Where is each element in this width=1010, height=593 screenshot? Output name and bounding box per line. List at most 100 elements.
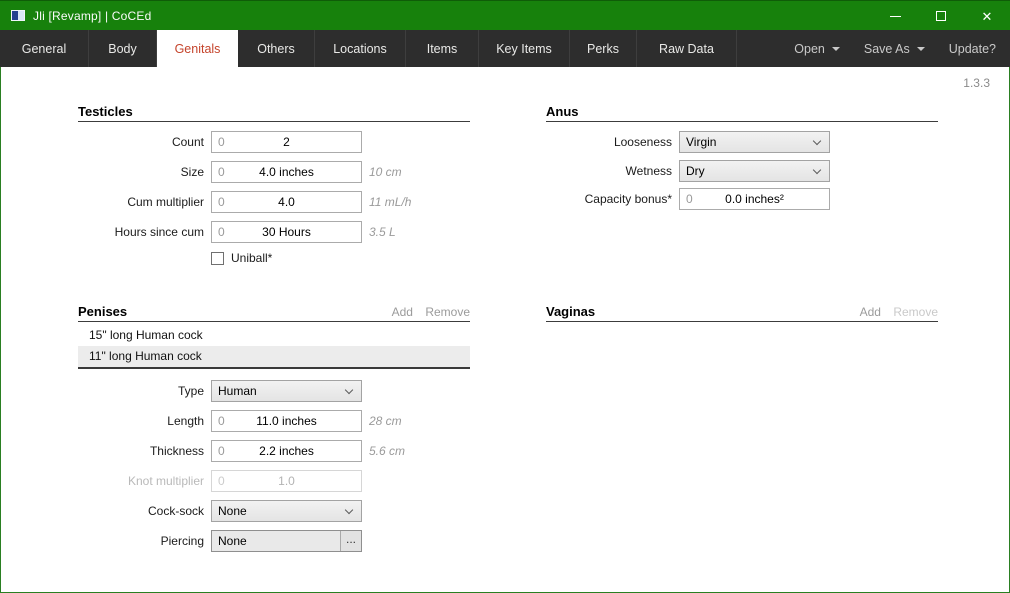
uniball-checkbox[interactable] (211, 252, 224, 265)
cum-multiplier-value: 4.0 (212, 192, 361, 212)
title-bar: Jli [Revamp] | CoCEd ✕ (0, 0, 1010, 30)
anus-header: Anus (546, 104, 938, 122)
thickness-value: 2.2 inches (212, 441, 361, 461)
tab-key-items[interactable]: Key Items (479, 30, 570, 67)
length-label: Length (78, 410, 204, 432)
wetness-dropdown[interactable]: Dry (679, 160, 830, 182)
window-controls: ✕ (872, 1, 1010, 31)
looseness-dropdown[interactable]: Virgin (679, 131, 830, 153)
anus-section: Anus Looseness Virgin Wetness Dry Capaci… (546, 104, 938, 122)
wetness-value: Dry (680, 161, 829, 181)
penises-add-button[interactable]: Add (392, 305, 413, 319)
size-label: Size (78, 161, 204, 183)
hours-since-cum-row: Hours since cum 0 30 Hours 3.5 L (78, 221, 470, 243)
window-title: Jli [Revamp] | CoCEd (33, 9, 152, 23)
cum-multiplier-min: 0 (218, 192, 225, 212)
piercing-browse-button[interactable]: ... (340, 531, 361, 551)
content-area: 1.3.3 Testicles Count 0 2 Size 0 4.0 inc… (0, 67, 1010, 593)
hours-since-cum-input[interactable]: 0 30 Hours (211, 221, 362, 243)
tab-general[interactable]: General (0, 30, 89, 67)
knot-multiplier-input-disabled: 0 1.0 (211, 470, 362, 492)
tab-genitals[interactable]: Genitals (157, 30, 238, 67)
length-input[interactable]: 0 11.0 inches (211, 410, 362, 432)
knot-multiplier-row: Knot multiplier 0 1.0 (78, 470, 470, 492)
tab-body[interactable]: Body (89, 30, 157, 67)
type-value: Human (212, 381, 361, 401)
penises-header: Penises Add Remove (78, 304, 470, 322)
penis-list-item-selected[interactable]: 11" long Human cock (78, 346, 470, 367)
thickness-label: Thickness (78, 440, 204, 462)
vaginas-title: Vaginas (546, 304, 595, 319)
wetness-label: Wetness (546, 160, 672, 182)
tab-locations[interactable]: Locations (315, 30, 406, 67)
minimize-icon (890, 16, 901, 17)
cock-sock-label: Cock-sock (78, 500, 204, 522)
looseness-row: Looseness Virgin (546, 131, 938, 153)
close-button[interactable]: ✕ (964, 1, 1010, 31)
penises-remove-button[interactable]: Remove (425, 305, 470, 319)
cum-multiplier-input[interactable]: 0 4.0 (211, 191, 362, 213)
tab-perks[interactable]: Perks (570, 30, 637, 67)
hours-since-cum-min: 0 (218, 222, 225, 242)
length-row: Length 0 11.0 inches 28 cm (78, 410, 470, 432)
hours-since-cum-value: 30 Hours (212, 222, 361, 242)
uniball-label: Uniball* (231, 251, 272, 266)
cum-multiplier-label: Cum multiplier (78, 191, 204, 213)
open-menu-button[interactable]: Open (794, 42, 840, 56)
tab-menu: Open Save As Update? (794, 30, 1010, 67)
knot-multiplier-label: Knot multiplier (78, 470, 204, 492)
type-dropdown[interactable]: Human (211, 380, 362, 402)
vaginas-actions: Add Remove (851, 305, 938, 319)
vaginas-header: Vaginas Add Remove (546, 304, 938, 322)
capacity-bonus-label: Capacity bonus* (546, 188, 672, 210)
update-button[interactable]: Update? (949, 42, 996, 56)
close-icon: ✕ (982, 10, 993, 23)
caret-down-icon (917, 47, 925, 51)
size-min: 0 (218, 162, 225, 182)
piercing-field[interactable]: None ... (211, 530, 362, 552)
looseness-value: Virgin (680, 132, 829, 152)
save-as-menu-label: Save As (864, 42, 910, 56)
penis-list-item[interactable]: 15" long Human cock (78, 325, 470, 346)
capacity-bonus-min: 0 (686, 189, 693, 209)
tab-bar: General Body Genitals Others Locations I… (0, 30, 1010, 67)
size-value: 4.0 inches (212, 162, 361, 182)
thickness-min: 0 (218, 441, 225, 461)
app-icon-detail (12, 11, 18, 20)
caret-down-icon (832, 47, 840, 51)
vaginas-add-button[interactable]: Add (860, 305, 881, 319)
thickness-input[interactable]: 0 2.2 inches (211, 440, 362, 462)
tab-raw-data[interactable]: Raw Data (637, 30, 737, 67)
wetness-row: Wetness Dry (546, 160, 938, 182)
testicles-section: Testicles Count 0 2 Size 0 4.0 inches 10… (78, 104, 470, 122)
size-row: Size 0 4.0 inches 10 cm (78, 161, 470, 183)
knot-multiplier-value: 1.0 (212, 471, 361, 491)
count-input[interactable]: 0 2 (211, 131, 362, 153)
testicles-header: Testicles (78, 104, 470, 122)
penises-actions: Add Remove (383, 305, 470, 319)
maximize-button[interactable] (918, 1, 964, 31)
open-menu-label: Open (794, 42, 825, 56)
testicles-title: Testicles (78, 104, 133, 119)
looseness-label: Looseness (546, 131, 672, 153)
tab-items[interactable]: Items (406, 30, 479, 67)
length-value: 11.0 inches (212, 411, 361, 431)
size-unit: 10 cm (369, 161, 402, 183)
thickness-unit: 5.6 cm (369, 440, 405, 462)
capacity-bonus-row: Capacity bonus* 0 0.0 inches² (546, 188, 938, 210)
cock-sock-dropdown[interactable]: None (211, 500, 362, 522)
cum-multiplier-row: Cum multiplier 0 4.0 11 mL/h (78, 191, 470, 213)
uniball-row: Uniball* (78, 252, 470, 267)
capacity-bonus-value: 0.0 inches² (680, 189, 829, 209)
vaginas-section: Vaginas Add Remove (546, 304, 938, 322)
capacity-bonus-input[interactable]: 0 0.0 inches² (679, 188, 830, 210)
type-row: Type Human (78, 380, 470, 402)
app-window: Jli [Revamp] | CoCEd ✕ General Body Geni… (0, 0, 1010, 593)
tab-others[interactable]: Others (238, 30, 315, 67)
piercing-value: None (212, 531, 361, 551)
cum-multiplier-unit: 11 mL/h (369, 191, 411, 213)
hours-since-cum-label: Hours since cum (78, 221, 204, 243)
minimize-button[interactable] (872, 1, 918, 31)
size-input[interactable]: 0 4.0 inches (211, 161, 362, 183)
save-as-menu-button[interactable]: Save As (864, 42, 925, 56)
